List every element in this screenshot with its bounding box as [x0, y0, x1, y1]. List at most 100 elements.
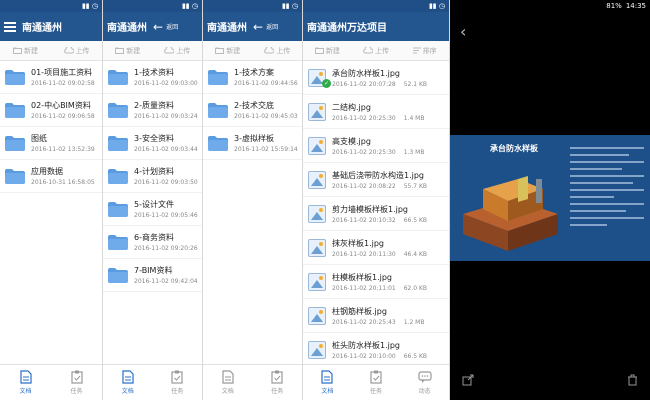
folder-row[interactable]: 5-设计文件 2016-11-02 09:05:46 — [103, 193, 202, 226]
image-file-icon — [308, 340, 326, 359]
nav-docs[interactable]: 文档 — [0, 365, 51, 400]
folder-row[interactable]: 02-中心BIM资料 2016-11-02 09:06:58 — [0, 94, 102, 127]
folder-row[interactable]: 1-技术资料 2016-11-02 09:03:00 — [103, 61, 202, 94]
folder-row[interactable]: 4-计划资料 2016-11-02 09:03:50 — [103, 160, 202, 193]
file-row[interactable]: 柱钢筋样板.jpg 2016-11-02 20:25:43 1.2 MB — [303, 299, 449, 333]
upload-cloud-icon — [63, 47, 74, 54]
status-time: 14:35 — [625, 2, 646, 10]
new-folder-button[interactable]: 新建 — [0, 46, 51, 56]
nav-docs[interactable]: 文档 — [303, 365, 352, 400]
file-row[interactable]: 柱模板样板1.jpg 2016-11-02 20:11:01 62.0 KB — [303, 265, 449, 299]
upload-button[interactable]: 上传 — [253, 46, 303, 56]
nav-tasks[interactable]: 任务 — [352, 365, 401, 400]
upload-button[interactable]: 上传 — [51, 46, 102, 56]
folder-date: 2016-11-02 09:03:24 — [134, 113, 198, 120]
nav-tasks[interactable]: 任务 — [253, 365, 303, 400]
downloaded-check-icon: ✓ — [322, 79, 331, 88]
nav-tasks[interactable]: 任务 — [153, 365, 203, 400]
upload-button[interactable]: 上传 — [153, 46, 203, 56]
file-date: 2016-11-02 20:10:32 — [332, 216, 396, 224]
file-row[interactable]: 桩头防水样板1.jpg 2016-11-02 20:10:00 66.5 KB — [303, 333, 449, 367]
status-bar: ▮▮ ◷ — [103, 0, 202, 12]
folder-row[interactable]: 01-项目施工资料 2016-11-02 09:02:58 — [0, 61, 102, 94]
page-title: 南通通州 — [22, 23, 62, 34]
screen-technical-folders: ▮▮ ◷ 南通通州 ← 返回 新建 上传 1-技术方案 2016-11-02 09… — [203, 0, 303, 400]
file-name: 二结构.jpg — [332, 102, 371, 112]
back-chevron-icon[interactable]: ‹ — [460, 22, 466, 41]
file-row[interactable]: 抹灰样板1.jpg 2016-11-02 20:11:30 46.4 KB — [303, 231, 449, 265]
app-header: 南通通州万达项目 — [303, 12, 449, 41]
new-folder-button[interactable]: 新建 — [203, 46, 253, 56]
folder-name: 4-计划资料 — [134, 167, 174, 176]
nav-tasks[interactable]: 任务 — [51, 365, 102, 400]
folder-row[interactable]: 3-虚拟样板 2016-11-02 15:59:14 — [203, 127, 302, 160]
screen-image-files: ▮▮ ◷ 南通通州万达项目 新建 上传 排序 ✓ 承台防水样板1.jpg 2016-… — [303, 0, 450, 400]
folder-icon — [108, 201, 128, 217]
new-folder-label: 新建 — [24, 46, 38, 55]
document-icon — [122, 370, 134, 384]
trash-icon[interactable] — [627, 374, 638, 386]
folder-row[interactable]: 2-技术交底 2016-11-02 09:45:03 — [203, 94, 302, 127]
folder-date: 2016-11-02 15:59:14 — [234, 146, 298, 153]
upload-cloud-icon — [363, 47, 373, 54]
folder-name: 01-项目施工资料 — [31, 68, 93, 77]
task-clipboard-icon — [271, 370, 283, 384]
back-label[interactable]: 返回 — [166, 22, 178, 31]
sort-button[interactable]: 排序 — [400, 46, 449, 56]
folder-row[interactable]: 1-技术方案 2016-11-02 09:44:56 — [203, 61, 302, 94]
status-bar: ▮▮ ◷ — [0, 0, 102, 12]
new-folder-button[interactable]: 新建 — [303, 46, 352, 56]
nav-docs[interactable]: 文档 — [203, 365, 253, 400]
folder-name: 应用数据 — [31, 167, 63, 176]
file-row[interactable]: 基础后浇带防水构造1.jpg 2016-11-02 20:08:22 55.7 KB — [303, 163, 449, 197]
share-icon[interactable] — [462, 374, 474, 386]
file-size: 52.1 KB — [403, 80, 428, 88]
folder-row[interactable]: 应用数据 2016-10-31 16:58:05 — [0, 160, 102, 193]
upload-button[interactable]: 上传 — [352, 46, 401, 56]
nav-docs-label: 文档 — [19, 388, 32, 395]
image-file-icon — [308, 306, 326, 325]
file-size: 55.7 KB — [403, 182, 428, 190]
folder-date: 2016-11-02 09:03:00 — [134, 80, 198, 87]
app-header: 南通通州 — [0, 12, 102, 41]
screen-project-folders: ▮▮ ◷ 南通通州 ← 返回 新建 上传 1-技术资料 2016-11-02 09… — [103, 0, 203, 400]
folder-icon — [5, 69, 25, 85]
folder-date: 2016-11-02 13:52:39 — [31, 146, 95, 153]
file-row[interactable]: 剪力墙模板样板1.jpg 2016-11-02 20:10:32 66.5 KB — [303, 197, 449, 231]
file-name: 柱钢筋样板.jpg — [332, 306, 387, 316]
folder-list: 1-技术资料 2016-11-02 09:03:00 2-质量资料 2016-11-… — [103, 61, 202, 292]
nav-tasks-label: 任务 — [271, 388, 284, 395]
file-row[interactable]: ✓ 承台防水样板1.jpg 2016-11-02 20:07:28 52.1 KB — [303, 61, 449, 95]
folder-row[interactable]: 3-安全资料 2016-11-02 09:03:44 — [103, 127, 202, 160]
file-row[interactable]: 高支模.jpg 2016-11-02 20:25:30 1.3 MB — [303, 129, 449, 163]
folder-date: 2016-11-02 09:03:50 — [134, 179, 198, 186]
new-folder-label: 新建 — [126, 46, 141, 55]
file-row[interactable]: 二结构.jpg 2016-11-02 20:25:30 1.4 MB — [303, 95, 449, 129]
upload-cloud-icon — [164, 47, 175, 54]
file-name: 高支模.jpg — [332, 136, 371, 146]
back-arrow-icon[interactable]: ← — [253, 20, 263, 34]
folder-icon — [108, 267, 128, 283]
back-arrow-icon[interactable]: ← — [153, 20, 163, 34]
folder-icon — [208, 69, 228, 85]
folder-icon — [108, 102, 128, 118]
file-size: 1.4 MB — [403, 114, 425, 122]
preview-actions — [450, 360, 650, 400]
folder-row[interactable]: 7-BIM资料 2016-11-02 09:42:04 — [103, 259, 202, 292]
upload-label: 上传 — [375, 46, 389, 55]
nav-dynamic[interactable]: 动态 — [400, 365, 449, 400]
bottom-nav: 文档 任务 — [103, 364, 202, 400]
folder-row[interactable]: 图纸 2016-11-02 13:52:39 — [0, 127, 102, 160]
nav-docs[interactable]: 文档 — [103, 365, 153, 400]
new-folder-button[interactable]: 新建 — [103, 46, 153, 56]
folder-date: 2016-11-02 09:06:58 — [31, 113, 95, 120]
file-date: 2016-11-02 20:08:22 — [332, 182, 396, 190]
file-list: ✓ 承台防水样板1.jpg 2016-11-02 20:07:28 52.1 KB 二… — [303, 61, 449, 367]
folder-row[interactable]: 2-质量资料 2016-11-02 09:03:24 — [103, 94, 202, 127]
back-label[interactable]: 返回 — [266, 22, 278, 31]
file-date: 2016-11-02 20:11:01 — [332, 284, 396, 292]
image-preview: 承台防水样板 — [450, 135, 650, 261]
folder-row[interactable]: 6-商务资料 2016-11-02 09:20:26 — [103, 226, 202, 259]
image-file-icon — [308, 238, 326, 257]
menu-icon[interactable] — [4, 21, 16, 32]
